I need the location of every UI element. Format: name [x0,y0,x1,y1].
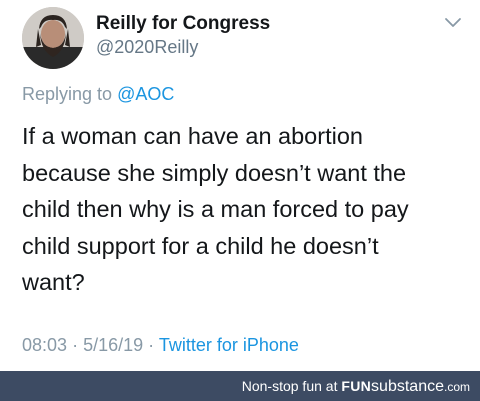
display-name[interactable]: Reilly for Congress [96,13,270,35]
tweet-text-line: child support for a child he doesn’t [22,232,379,259]
tweet-text-line: want? [22,269,85,295]
tweet-meta: 08:03 · 5/16/19 · Twitter for iPhone [22,335,299,356]
chevron-down-icon[interactable] [444,16,462,30]
reply-mention-link[interactable]: @AOC [117,84,174,104]
watermark-brand-fun: FUN [341,378,372,394]
tweet-text-line: because she simply doesn’t want the [22,159,407,186]
watermark-bar: Non-stop fun at FUNsubstance.com [0,371,480,401]
watermark-brand-substance: substance [371,378,444,395]
avatar[interactable] [22,7,84,69]
tweet-date[interactable]: 5/16/19 [83,335,143,355]
meta-separator: · [72,335,79,355]
watermark-brand-tld: .com [443,380,470,394]
reply-context: Replying to @AOC [22,84,174,105]
reply-prefix: Replying to [22,84,113,104]
profile-photo-icon [22,7,84,69]
tweet-screenshot: Reilly for Congress @2020Reilly Replying… [0,0,480,401]
tweet-source-link[interactable]: Twitter for iPhone [159,335,299,355]
watermark-text[interactable]: Non-stop fun at FUNsubstance.com [242,378,470,396]
tweet-text-line: If a woman can have an abortion [22,123,363,149]
tweet-text-line: child then why is a man forced to pay [22,196,409,222]
watermark-prefix: Non-stop fun at [241,378,342,394]
tweet-text: If a woman can have an abortion because … [22,118,472,301]
tweet-time[interactable]: 08:03 [22,335,67,355]
meta-separator: · [148,335,155,355]
user-handle[interactable]: @2020Reilly [96,37,198,58]
